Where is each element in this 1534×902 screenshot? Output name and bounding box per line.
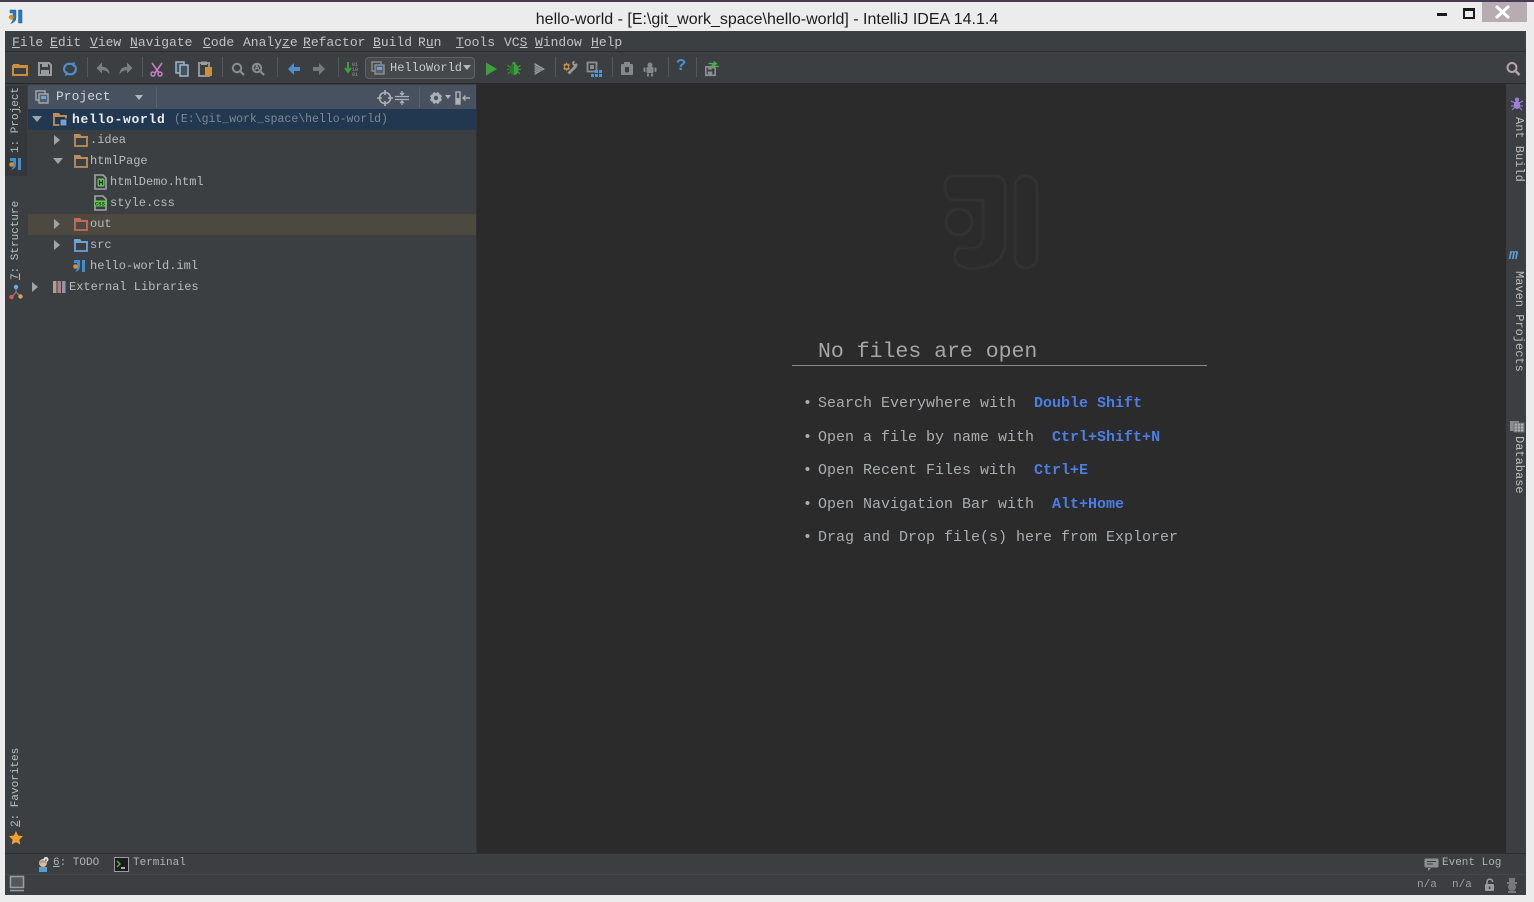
svg-text:CSS: CSS xyxy=(95,201,106,208)
svg-text:01: 01 xyxy=(352,72,358,77)
